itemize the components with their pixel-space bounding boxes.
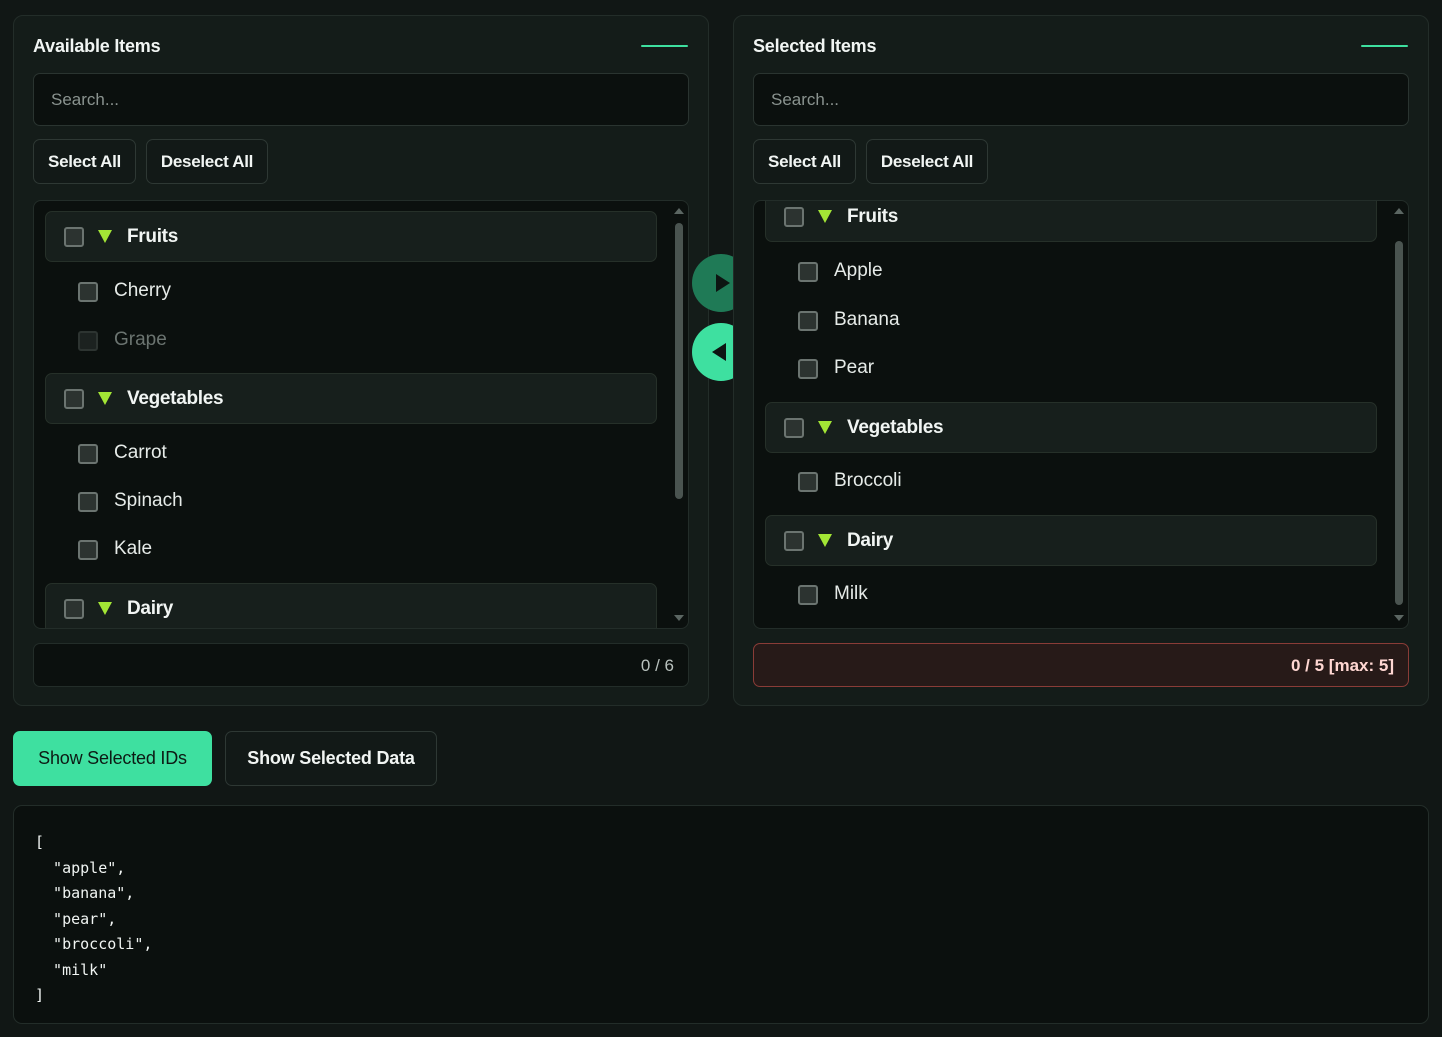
deselect-all-button[interactable]: Deselect All — [866, 139, 988, 184]
show-selected-data-button[interactable]: Show Selected Data — [225, 731, 437, 786]
list-item-broccoli[interactable]: Broccoli — [754, 462, 1394, 502]
triangle-down-icon[interactable] — [98, 602, 112, 615]
list-item-carrot[interactable]: Carrot — [34, 434, 674, 474]
panel-accent-line — [1361, 45, 1408, 47]
item-label: Broccoli — [834, 470, 902, 491]
item-checkbox[interactable] — [78, 444, 98, 464]
group-label: Dairy — [847, 530, 894, 551]
item-label: Kale — [114, 538, 153, 559]
show-selected-ids-button[interactable]: Show Selected IDs — [13, 731, 212, 786]
triangle-down-icon[interactable] — [818, 210, 832, 223]
deselect-all-button[interactable]: Deselect All — [146, 139, 268, 184]
select-all-button[interactable]: Select All — [33, 139, 136, 184]
scrollbar[interactable] — [1390, 201, 1408, 628]
select-all-button[interactable]: Select All — [753, 139, 856, 184]
scrollbar-thumb[interactable] — [1395, 241, 1403, 605]
item-label: Grape — [114, 329, 167, 350]
group-checkbox[interactable] — [784, 418, 804, 438]
scroll-down-icon[interactable] — [674, 615, 684, 621]
item-checkbox[interactable] — [798, 262, 818, 282]
group-header-dairy[interactable]: Dairy — [45, 583, 657, 628]
panel-title: Available Items — [33, 36, 161, 56]
scroll-up-icon[interactable] — [674, 208, 684, 214]
item-label: Apple — [834, 260, 883, 281]
group-checkbox[interactable] — [64, 599, 84, 619]
list-item-milk[interactable]: Milk — [754, 575, 1394, 615]
play-right-icon — [716, 274, 730, 292]
group-header-fruits[interactable]: Fruits — [45, 211, 657, 262]
item-checkbox[interactable] — [798, 472, 818, 492]
item-label: Carrot — [114, 442, 167, 463]
item-checkbox — [78, 331, 98, 351]
group-label: Fruits — [127, 226, 178, 247]
search-input[interactable] — [33, 73, 689, 126]
list-item-kale[interactable]: Kale — [34, 530, 674, 570]
group-header-fruits[interactable]: Fruits — [765, 201, 1377, 242]
list-item-pear[interactable]: Pear — [754, 349, 1394, 389]
list-item-spinach[interactable]: Spinach — [34, 482, 674, 522]
panel-title: Selected Items — [753, 36, 877, 56]
play-left-icon — [712, 343, 726, 361]
item-checkbox[interactable] — [798, 359, 818, 379]
selection-counter: 0 / 6 — [33, 643, 689, 687]
group-checkbox[interactable] — [64, 389, 84, 409]
group-header-vegetables[interactable]: Vegetables — [765, 402, 1377, 453]
available-items-list[interactable]: Fruits Cherry Grape Vegetables Carrot Sp… — [33, 200, 689, 629]
group-label: Fruits — [847, 206, 898, 227]
item-label: Milk — [834, 583, 868, 604]
item-label: Spinach — [114, 490, 183, 511]
scroll-down-icon[interactable] — [1394, 615, 1404, 621]
item-checkbox[interactable] — [798, 311, 818, 331]
item-label: Cherry — [114, 280, 172, 301]
group-checkbox[interactable] — [64, 227, 84, 247]
item-checkbox[interactable] — [78, 282, 98, 302]
list-item-apple[interactable]: Apple — [754, 252, 1394, 292]
list-item-banana[interactable]: Banana — [754, 301, 1394, 341]
triangle-down-icon[interactable] — [818, 421, 832, 434]
output-panel: [ "apple", "banana", "pear", "broccoli",… — [13, 805, 1429, 1024]
scrollbar[interactable] — [670, 201, 688, 628]
group-label: Vegetables — [847, 417, 944, 438]
scrollbar-thumb[interactable] — [675, 223, 683, 499]
item-checkbox[interactable] — [798, 585, 818, 605]
available-items-panel: Available Items Select All Deselect All … — [13, 15, 709, 706]
panel-accent-line — [641, 45, 688, 47]
group-checkbox[interactable] — [784, 207, 804, 227]
group-header-vegetables[interactable]: Vegetables — [45, 373, 657, 424]
triangle-down-icon[interactable] — [98, 230, 112, 243]
search-input[interactable] — [753, 73, 1409, 126]
item-checkbox[interactable] — [78, 492, 98, 512]
triangle-down-icon[interactable] — [818, 534, 832, 547]
item-label: Banana — [834, 309, 900, 330]
list-item-cherry[interactable]: Cherry — [34, 272, 674, 312]
group-checkbox[interactable] — [784, 531, 804, 551]
selection-limit-counter: 0 / 5 [max: 5] — [753, 643, 1409, 687]
item-checkbox[interactable] — [78, 540, 98, 560]
selected-items-list[interactable]: Fruits Apple Banana Pear Vegetables Broc… — [753, 200, 1409, 629]
group-label: Vegetables — [127, 388, 224, 409]
list-item-grape: Grape — [34, 321, 674, 361]
group-header-dairy[interactable]: Dairy — [765, 515, 1377, 566]
selected-items-panel: Selected Items Select All Deselect All F… — [733, 15, 1429, 706]
scroll-up-icon[interactable] — [1394, 208, 1404, 214]
item-label: Pear — [834, 357, 875, 378]
group-label: Dairy — [127, 598, 174, 619]
triangle-down-icon[interactable] — [98, 392, 112, 405]
